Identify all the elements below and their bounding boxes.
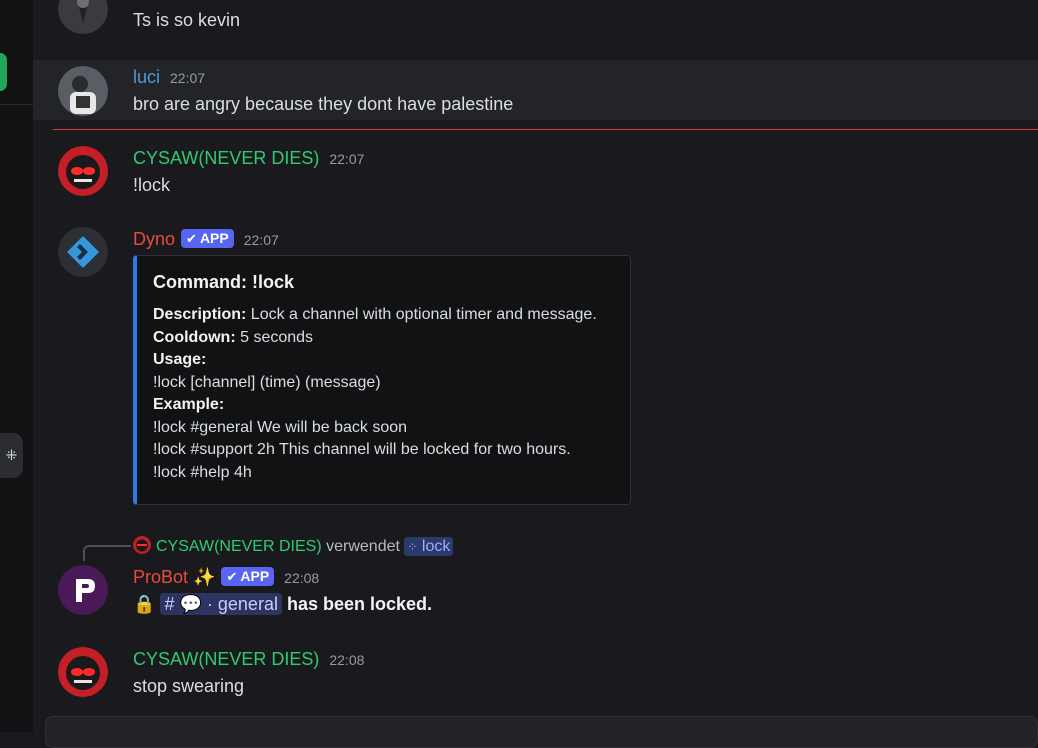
embed-example-label: Example: (153, 394, 614, 417)
probot-avatar[interactable] (58, 565, 108, 615)
cooldown-value: 5 seconds (240, 328, 314, 346)
check-icon: ✔ (186, 231, 197, 246)
message-text: 🔒 # 💬 · general has been locked. (133, 592, 432, 616)
luci-avatar[interactable] (58, 66, 108, 116)
author-line: CYSAW(NEVER DIES) 22:08 (133, 648, 364, 671)
message-item: luci 22:07 bro are angry because they don… (33, 60, 1038, 120)
app-badge-label: APP (240, 568, 270, 584)
reply-connector (83, 545, 131, 561)
author-line: CYSAW(NEVER DIES) 22:07 (133, 147, 364, 170)
channel-name: · general (206, 594, 278, 614)
embed-example: !lock #general We will be back soon (153, 418, 408, 436)
embed-example: !lock #help 4h (153, 463, 252, 481)
embed-usage-value: !lock [channel] (time) (message) (153, 373, 381, 391)
timestamp: 22:08 (329, 652, 365, 668)
server-icon-green[interactable] (0, 53, 7, 91)
author-line: Dyno ✔ APP 22:07 (133, 228, 279, 251)
speech-bubble-icon: 💬 (179, 594, 202, 614)
embed-description: Description: Lock a channel with optiona… (153, 304, 614, 327)
embed-usage-label: Usage: (153, 349, 614, 372)
author-line: ProBot ✨ ✔ APP 22:08 (133, 566, 319, 589)
message-text: stop swearing (133, 676, 245, 696)
hash-icon: # (164, 594, 175, 614)
app-badge: ✔ APP (221, 567, 275, 586)
command-embed: Command: !lock Description: Lock a chann… (133, 255, 631, 505)
rail-divider (0, 104, 33, 105)
app-badge-label: APP (199, 230, 229, 246)
cysaw-avatar[interactable] (58, 647, 108, 697)
message-item: ProBot ✨ ✔ APP 22:08 🔒 # 💬 · general has be… (33, 560, 1038, 620)
usage-label: Usage: (153, 351, 207, 368)
description-value: Lock a channel with optional timer and m… (250, 306, 597, 323)
slash-command-icon: ⁘ (407, 540, 418, 554)
reply-verb: verwendet (326, 538, 400, 555)
author-line: luci 22:07 (133, 66, 205, 89)
cysaw-avatar[interactable] (58, 146, 108, 196)
reply-user[interactable]: CYSAW(NEVER DIES) (156, 538, 322, 555)
slash-command-name: lock (421, 538, 451, 555)
message-text: !lock (133, 175, 171, 195)
author-name[interactable]: Dyno (133, 229, 175, 249)
example-label: Example: (153, 396, 225, 413)
timestamp: 22:07 (243, 232, 279, 248)
user-avatar[interactable] (58, 0, 108, 34)
author-name[interactable]: luci (133, 67, 160, 87)
message-item: CYSAW(NEVER DIES) 22:08 stop swearing (33, 642, 1038, 702)
message-item: Ts is so kevin (33, 0, 1038, 40)
new-messages-divider (53, 129, 1038, 130)
embed-example: !lock #support 2h This channel will be l… (153, 441, 571, 458)
timestamp: 22:07 (170, 70, 206, 86)
app-badge: ✔ APP (181, 229, 234, 248)
slash-command-pill[interactable]: ⁘ lock (404, 537, 454, 556)
timestamp: 22:07 (329, 151, 365, 167)
timestamp: 22:08 (284, 570, 320, 586)
reply-reference[interactable]: CYSAW(NEVER DIES) verwendet ⁘ lock (133, 536, 454, 557)
check-icon: ✔ (226, 569, 238, 584)
cooldown-label: Cooldown: (153, 328, 236, 346)
message-text: bro are angry because they dont have pal… (133, 94, 514, 114)
lock-icon: 🔒 (133, 594, 156, 614)
server-rail: ⁜ (0, 0, 33, 732)
message-item: CYSAW(NEVER DIES) 22:07 !lock (33, 140, 1038, 200)
embed-cooldown: Cooldown: 5 seconds (153, 327, 614, 350)
author-name[interactable]: ProBot (133, 567, 188, 587)
reply-avatar (133, 536, 151, 554)
embed-title: Command: !lock (153, 272, 295, 292)
locked-suffix: has been locked. (286, 594, 433, 614)
message-text: Ts is so kevin (133, 10, 241, 30)
chat-area: Ts is so kevin luci 22:07 bro are angry b… (33, 0, 1038, 748)
sparkles-icon: ✨ (193, 567, 216, 587)
message-input[interactable] (45, 716, 1038, 748)
description-label: Description: (153, 306, 247, 323)
author-name[interactable]: CYSAW(NEVER DIES) (133, 649, 319, 669)
author-name[interactable]: CYSAW(NEVER DIES) (133, 148, 319, 168)
add-member-icon[interactable]: ⁜ (0, 433, 23, 478)
channel-mention[interactable]: # 💬 · general (160, 593, 282, 615)
dyno-avatar[interactable] (58, 227, 108, 277)
